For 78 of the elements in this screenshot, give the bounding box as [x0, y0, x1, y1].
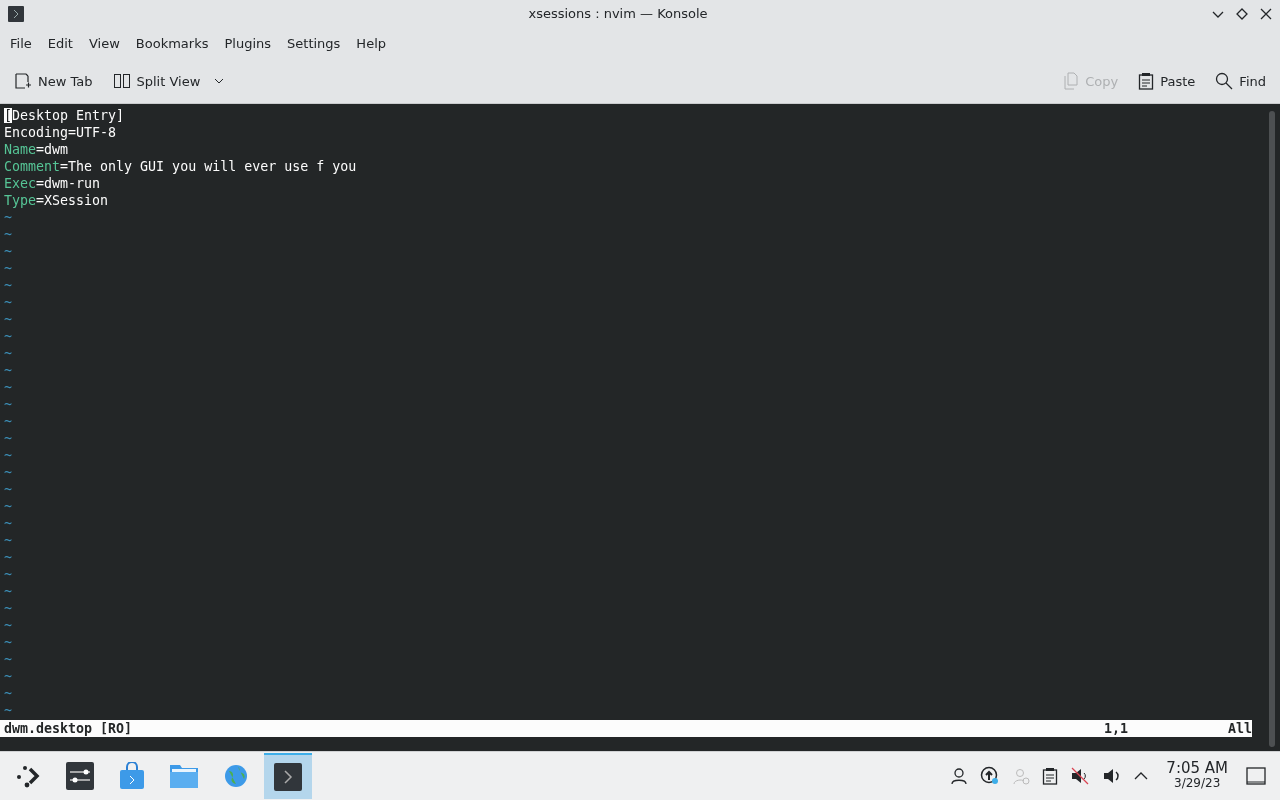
- clipboard-icon: [1138, 72, 1155, 91]
- scrollbar-thumb[interactable]: [1269, 111, 1275, 748]
- split-view-icon: [112, 72, 131, 91]
- close-icon[interactable]: [1260, 7, 1272, 20]
- update-icon[interactable]: [980, 766, 1001, 787]
- new-tab-icon: [14, 72, 32, 91]
- empty-line-marker: ~: [4, 702, 12, 720]
- file-name: dwm.desktop [RO]: [4, 720, 134, 738]
- clock-date: 3/29/23: [1174, 776, 1221, 792]
- empty-line-marker: ~: [4, 413, 12, 431]
- empty-line-marker: ~: [4, 668, 12, 686]
- empty-line-marker: ~: [4, 685, 12, 703]
- clock[interactable]: 7:05 AM 3/29/23: [1166, 761, 1228, 792]
- empty-line-marker: ~: [4, 260, 12, 278]
- empty-line-marker: ~: [4, 209, 12, 227]
- code-line: Type=XSession: [4, 192, 109, 210]
- scroll-position: All: [1227, 720, 1252, 738]
- maximize-icon[interactable]: [1236, 7, 1248, 20]
- window-title: xsessions : nvim — Konsole: [527, 6, 709, 22]
- empty-line-marker: ~: [4, 464, 12, 482]
- muted-speaker-icon[interactable]: [1070, 767, 1091, 786]
- empty-line-marker: ~: [4, 532, 12, 550]
- empty-line-marker: ~: [4, 396, 12, 414]
- clipboard-icon[interactable]: [1042, 767, 1059, 786]
- empty-line-marker: ~: [4, 362, 12, 380]
- menu-item[interactable]: Settings: [279, 36, 349, 52]
- sliders-icon: [66, 762, 94, 791]
- code-line: [Desktop Entry]: [4, 107, 125, 125]
- cursor-position: 1,1: [1103, 720, 1129, 738]
- empty-line-marker: ~: [4, 481, 12, 499]
- chevron-up-icon[interactable]: [1134, 771, 1149, 782]
- search-icon: [1215, 72, 1234, 91]
- copy-icon: [1063, 72, 1080, 91]
- caret-icon[interactable]: [214, 78, 225, 85]
- empty-line-marker: ~: [4, 294, 12, 312]
- terminal-area[interactable]: [Desktop Entry] Encoding=UTF-8 Name=dwm Comment=The only GUI you will ever use f you Exec=dwm-run Type=XSession ~ ~ ~ ~ ~ ~ ~ ~ ~ ~ ~ ~ ~ ~ ~ ~ ~ ~ ~ ~ ~ ~ ~ ~ ~ ~ ~ ~ ~ ~ dwm.desktop [RO] 1,1 All: [0, 104, 1280, 752]
- toolbar-button[interactable]: Find: [1207, 68, 1274, 95]
- code-line: Comment=The only GUI you will ever use f you: [4, 158, 357, 176]
- empty-line-marker: ~: [4, 345, 12, 363]
- toolbar-button[interactable]: Split View: [104, 68, 233, 95]
- folder-icon: [169, 763, 199, 790]
- empty-line-marker: ~: [4, 549, 12, 567]
- empty-line-marker: ~: [4, 226, 12, 244]
- empty-line-marker: ~: [4, 583, 12, 601]
- shopping-bag-icon: [119, 762, 145, 791]
- toolbar-button[interactable]: New Tab: [6, 68, 101, 95]
- terminal-icon: [274, 763, 302, 792]
- empty-line-marker: ~: [4, 634, 12, 652]
- empty-line-marker: ~: [4, 328, 12, 346]
- menu-item[interactable]: Bookmarks: [127, 36, 217, 52]
- empty-line-marker: ~: [4, 243, 12, 261]
- globe-icon: [223, 763, 249, 790]
- empty-line-marker: ~: [4, 379, 12, 397]
- taskbar-item[interactable]: [264, 753, 312, 800]
- show-desktop-icon[interactable]: [1246, 766, 1266, 787]
- empty-line-marker: ~: [4, 311, 12, 329]
- menu-item[interactable]: File: [2, 36, 40, 52]
- empty-line-marker: ~: [4, 515, 12, 533]
- empty-line-marker: ~: [4, 566, 12, 584]
- launcher-icon: [15, 763, 41, 790]
- menu-item[interactable]: Edit: [39, 36, 81, 52]
- empty-line-marker: ~: [4, 617, 12, 635]
- empty-line-marker: ~: [4, 277, 12, 295]
- toolbar-button[interactable]: Paste: [1130, 68, 1204, 95]
- clock-time: 7:05 AM: [1166, 761, 1228, 777]
- empty-line-marker: ~: [4, 447, 12, 465]
- terminal-icon: [8, 5, 24, 22]
- user-icon[interactable]: [950, 767, 969, 786]
- empty-line-marker: ~: [4, 600, 12, 618]
- menu-item[interactable]: View: [80, 36, 128, 52]
- code-line: Encoding=UTF-8: [4, 124, 117, 142]
- empty-line-marker: ~: [4, 498, 12, 516]
- empty-line-marker: ~: [4, 651, 12, 669]
- menu-item[interactable]: Plugins: [216, 36, 280, 52]
- empty-line-marker: ~: [4, 430, 12, 448]
- code-line: Exec=dwm-run: [4, 175, 101, 193]
- menu-item[interactable]: Help: [348, 36, 394, 52]
- code-line: Name=dwm: [4, 141, 69, 159]
